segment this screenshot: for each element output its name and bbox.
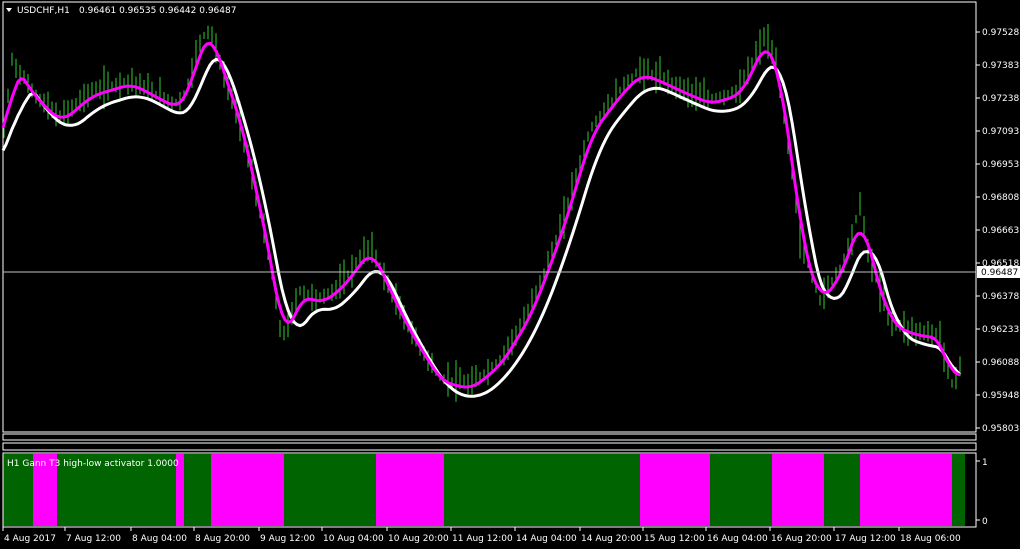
triangle-down-icon[interactable] [6,8,12,12]
indicator-segment-bull [710,454,772,526]
time-tick-label: 4 Aug 2017 [4,534,56,544]
fast-t3-line [1,41,961,389]
indicator-segment-bear [640,454,710,526]
price-tick-label: 0.97528 [982,28,1019,38]
time-tick-label: 11 Aug 12:00 [452,534,513,544]
indicator-segment-bull [184,454,211,526]
time-tick-label: 16 Aug 20:00 [771,534,832,544]
price-tick-label: 0.96233 [982,325,1019,335]
time-tick-label: 17 Aug 12:00 [835,534,896,544]
time-tick-label: 14 Aug 04:00 [516,534,577,544]
time-tick-label: 8 Aug 20:00 [195,534,250,544]
price-tick-label: 0.96088 [982,358,1019,368]
time-tick-label: 18 Aug 06:00 [900,534,961,544]
indicator-title: H1 Gann T3 high-low activator 1.0000 [7,459,179,469]
indicator-segment-bear [376,454,444,526]
indicator-segment-bull [284,454,376,526]
time-tick-label: 9 Aug 12:00 [260,534,315,544]
price-tick-label: 0.97238 [982,94,1019,104]
price-tick-label: 0.95948 [982,391,1019,401]
time-axis[interactable]: 4 Aug 2017 7 Aug 12:00 8 Aug 04:00 8 Aug 20… [2,527,961,544]
indicator-segment-bear [860,454,952,526]
time-tick-label: 15 Aug 12:00 [644,534,705,544]
price-axis[interactable]: 0.97528 0.97383 0.97238 0.97093 0.96953 0.968… [976,28,1019,434]
indicator-segment-bull [444,454,640,526]
price-chart[interactable]: USDCHF,H1 0.96461 0.96535 0.96442 0.9648… [0,0,1020,549]
time-tick-label: 16 Aug 04:00 [707,534,768,544]
empty-subwindow-2 [2,442,977,451]
price-tick-label: 0.96663 [982,226,1019,236]
indicator-segment-bear [772,454,824,526]
symbol-label: USDCHF,H1 [17,6,70,16]
time-tick-label: 10 Aug 04:00 [323,534,384,544]
time-tick-label: 14 Aug 20:00 [581,534,642,544]
indicator-scale-bottom: 0 [982,517,988,527]
price-tick-label: 0.95803 [982,424,1019,434]
candle-series [3,24,961,402]
empty-subwindow-1 [2,433,977,441]
slow-t3-line [1,57,962,398]
time-tick-label: 10 Aug 20:00 [388,534,449,544]
indicator-segment-bull [824,454,860,526]
time-tick-label: 8 Aug 04:00 [132,534,187,544]
indicator-scale-top: 1 [982,458,988,468]
price-tick-label: 0.96808 [982,193,1019,203]
price-tick-label: 0.96953 [982,160,1019,170]
price-tick-label: 0.96378 [982,292,1019,302]
time-tick-label: 7 Aug 12:00 [66,534,121,544]
price-tick-label: 0.97093 [982,127,1019,137]
ohlc-label: 0.96461 0.96535 0.96442 0.96487 [79,6,236,16]
main-chart-frame [2,1,977,433]
current-price-label: 0.96487 [981,268,1018,278]
indicator-segment-bull [952,454,965,526]
indicator-segment-bear [211,454,284,526]
price-tick-label: 0.97383 [982,61,1019,71]
